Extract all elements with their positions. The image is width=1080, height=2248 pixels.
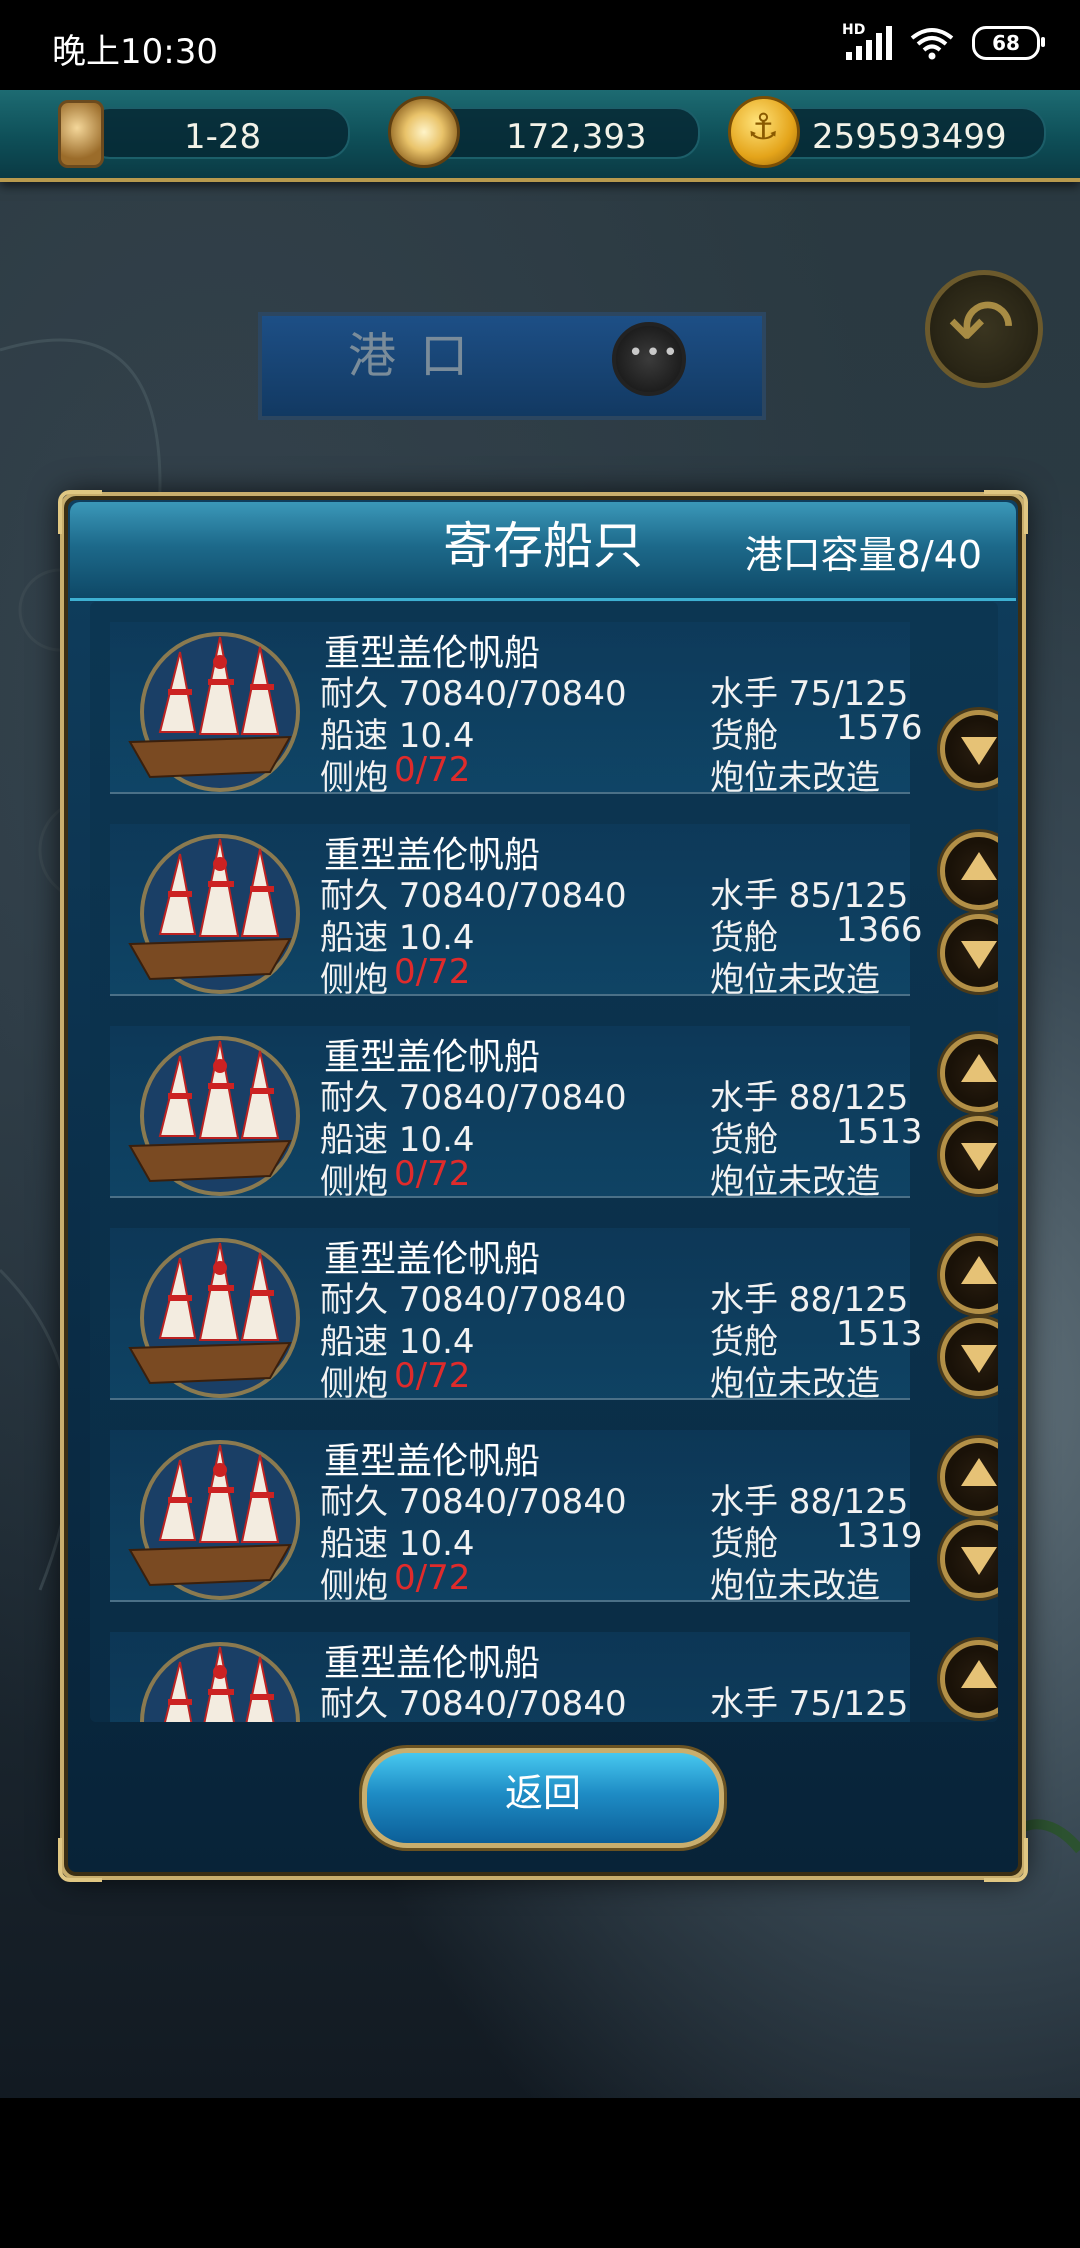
wifi-icon xyxy=(910,28,954,60)
ship-cannon-value: 0/72 xyxy=(394,750,471,790)
move-up-button[interactable] xyxy=(940,1438,998,1516)
ship-cannon-label: 侧炮 xyxy=(320,1566,388,1606)
move-down-button[interactable] xyxy=(940,914,998,992)
ship-cargo-value: 1513 xyxy=(836,1112,923,1152)
status-time: 晚上10:30 xyxy=(52,32,218,72)
ship-cannon-label: 侧炮 xyxy=(320,758,388,798)
ship-row[interactable]: 重型盖伦帆船 耐久 70840/70840 船速 10.4 侧炮 0/72 水手… xyxy=(90,804,998,1000)
move-up-button[interactable] xyxy=(940,1034,998,1112)
chat-icon[interactable] xyxy=(612,322,686,396)
hourglass-icon xyxy=(58,100,104,168)
gold-display: 259593499 xyxy=(760,107,1046,159)
ship-crew: 水手 75/125 xyxy=(710,1684,909,1722)
status-bar: 晚上10:30 HD 68 xyxy=(0,0,1080,90)
move-up-button[interactable] xyxy=(940,832,998,910)
move-down-button[interactable] xyxy=(940,1116,998,1194)
ship-durability: 耐久 70840/70840 xyxy=(320,1684,627,1722)
ship-cargo-value: 1319 xyxy=(836,1516,923,1556)
ship-gun-status: 炮位未改造 xyxy=(710,758,880,798)
ship-row[interactable]: 重型盖伦帆船 耐久 70840/70840 船速 10.4 侧炮 0/72 水手… xyxy=(90,1208,998,1404)
galleon-icon xyxy=(128,1440,300,1600)
move-down-button[interactable] xyxy=(940,1318,998,1396)
move-down-button[interactable] xyxy=(940,710,998,788)
stored-ships-dialog: 寄存船只 港口容量8/40 重型盖伦帆船 耐久 70840/70840 船速 1… xyxy=(58,490,1028,1882)
corner-ornament xyxy=(58,490,102,534)
ship-row[interactable]: 重型盖伦帆船 耐久 70840/70840 船速 10.4 侧炮 0/72 水手… xyxy=(90,1006,998,1202)
galleon-icon xyxy=(128,1036,300,1196)
ship-row[interactable]: 重型盖伦帆船 耐久 70840/70840 水手 75/125 xyxy=(90,1612,998,1722)
ship-cannon-value: 0/72 xyxy=(394,1558,471,1598)
ship-cargo-value: 1576 xyxy=(836,708,923,748)
move-down-button[interactable] xyxy=(940,1520,998,1598)
corner-ornament xyxy=(984,490,1028,534)
move-up-button[interactable] xyxy=(940,1236,998,1314)
gold-value: 259593499 xyxy=(812,117,1007,157)
resource-bar: 1-28 172,393 259593499 xyxy=(0,90,1080,182)
fame-display: 172,393 xyxy=(420,107,700,159)
gold-anchor-icon xyxy=(728,96,800,168)
return-button[interactable]: 返回 xyxy=(362,1748,724,1848)
network-label: HD xyxy=(842,22,866,38)
galleon-icon xyxy=(128,1238,300,1398)
ship-row[interactable]: 重型盖伦帆船 耐久 70840/70840 船速 10.4 侧炮 0/72 水手… xyxy=(90,1410,998,1606)
ship-gun-status: 炮位未改造 xyxy=(710,960,880,1000)
move-up-button[interactable] xyxy=(940,1640,998,1718)
ship-cannon-value: 0/72 xyxy=(394,1154,471,1194)
ship-row[interactable]: 重型盖伦帆船 耐久 70840/70840 船速 10.4 侧炮 0/72 水手… xyxy=(90,602,998,798)
ship-gun-status: 炮位未改造 xyxy=(710,1364,880,1404)
fame-value: 172,393 xyxy=(506,117,647,157)
signal-icon: HD xyxy=(842,22,892,60)
ship-cannon-label: 侧炮 xyxy=(320,1162,388,1202)
ship-cannon-value: 0/72 xyxy=(394,952,471,992)
date-display: 1-28 xyxy=(86,107,350,159)
harbor-capacity: 港口容量8/40 xyxy=(744,533,982,577)
back-arrow-icon[interactable] xyxy=(925,270,1043,388)
ship-cannon-value: 0/72 xyxy=(394,1356,471,1396)
game-scene: 1-28 172,393 259593499 港口 寄存船只 港口容量8/40 xyxy=(0,90,1080,2098)
ship-cargo-value: 1366 xyxy=(836,910,923,950)
bottom-bar xyxy=(0,2098,1080,2248)
compass-icon xyxy=(388,96,460,168)
ship-gun-status: 炮位未改造 xyxy=(710,1162,880,1202)
harbor-title: 港口 xyxy=(347,328,492,384)
ship-cannon-label: 侧炮 xyxy=(320,960,388,1000)
corner-ornament xyxy=(58,1838,102,1882)
corner-ornament xyxy=(984,1838,1028,1882)
ship-list[interactable]: 重型盖伦帆船 耐久 70840/70840 船速 10.4 侧炮 0/72 水手… xyxy=(90,602,998,1722)
galleon-icon xyxy=(128,834,300,994)
ship-gun-status: 炮位未改造 xyxy=(710,1566,880,1606)
ship-cargo-value: 1513 xyxy=(836,1314,923,1354)
status-icons: HD 68 xyxy=(842,22,1045,60)
galleon-icon xyxy=(140,1642,300,1722)
battery-icon: 68 xyxy=(972,26,1045,60)
ship-cannon-label: 侧炮 xyxy=(320,1364,388,1404)
galleon-icon xyxy=(128,632,300,792)
date-value: 1-28 xyxy=(184,117,262,157)
